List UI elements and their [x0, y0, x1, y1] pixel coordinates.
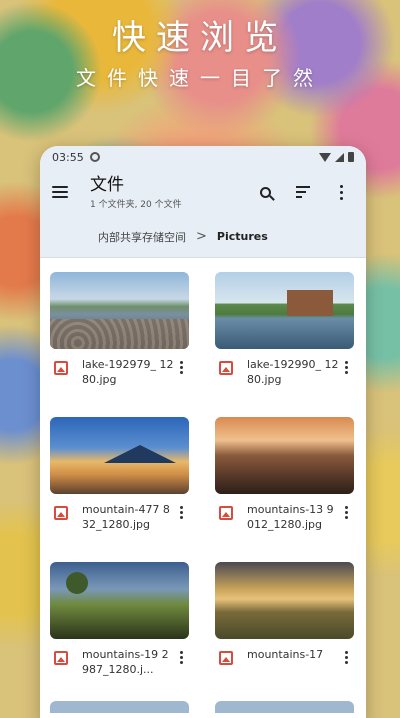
- file-thumbnail[interactable]: [215, 272, 354, 349]
- breadcrumb: 内部共享存储空间 > Pictures: [40, 216, 366, 258]
- breadcrumb-current[interactable]: Pictures: [217, 230, 268, 243]
- notification-icon: [89, 152, 100, 162]
- image-file-icon: [219, 651, 233, 665]
- title-block: 文件 1 个文件夹, 20 个文件: [90, 175, 240, 210]
- image-file-icon: [219, 361, 233, 375]
- file-card[interactable]: mountains-13 9012_1280.jpg: [215, 417, 354, 548]
- file-card[interactable]: mountain-477 832_1280.jpg: [50, 417, 189, 548]
- file-thumbnail[interactable]: [50, 272, 189, 349]
- hero-subtitle: 文件快速一目了然: [76, 66, 324, 90]
- file-more-icon[interactable]: [345, 651, 348, 664]
- file-thumbnail[interactable]: [50, 417, 189, 494]
- file-name: mountains-13 9012_1280.jpg: [247, 503, 334, 531]
- file-thumbnail-partial[interactable]: [215, 701, 354, 713]
- breadcrumb-root[interactable]: 内部共享存储空间: [98, 229, 186, 245]
- image-file-icon: [54, 506, 68, 520]
- file-thumbnail-partial[interactable]: [50, 701, 189, 713]
- app-bar: 文件 1 个文件夹, 20 个文件: [40, 168, 366, 216]
- file-card[interactable]: lake-192990_ 1280.jpg: [215, 272, 354, 403]
- status-time: 03:55: [52, 150, 84, 164]
- image-file-icon: [219, 506, 233, 520]
- file-more-icon[interactable]: [345, 361, 348, 374]
- file-name: mountains-17: [247, 648, 324, 661]
- file-name: mountains-19 2987_1280.j...: [82, 648, 169, 676]
- signal-icon: [335, 152, 344, 162]
- file-card[interactable]: mountains-17: [215, 562, 354, 693]
- search-button[interactable]: [252, 179, 278, 205]
- file-more-icon[interactable]: [180, 506, 183, 519]
- hero-title: 快速浏览: [112, 18, 288, 58]
- file-name: lake-192990_ 1280.jpg: [247, 358, 339, 386]
- page-subtitle: 1 个文件夹, 20 个文件: [90, 199, 182, 210]
- more-options-button[interactable]: [328, 179, 354, 205]
- file-thumbnail[interactable]: [50, 562, 189, 639]
- file-name: mountain-477 832_1280.jpg: [82, 503, 170, 531]
- battery-icon: [348, 152, 354, 162]
- image-file-icon: [54, 651, 68, 665]
- file-name: lake-192979_ 1280.jpg: [82, 358, 174, 386]
- image-file-icon: [54, 361, 68, 375]
- menu-icon[interactable]: [52, 186, 68, 198]
- sort-button[interactable]: [290, 179, 316, 205]
- wifi-icon: [319, 152, 331, 162]
- status-icons: [319, 152, 354, 162]
- chevron-right-icon: >: [196, 229, 207, 244]
- file-more-icon[interactable]: [180, 361, 183, 374]
- status-bar: 03:55: [40, 146, 366, 168]
- phone-screen: 03:55 文件 1 个文件夹, 20 个文件 内部共享存储空间 > Pictu…: [40, 146, 366, 718]
- next-row-partial: [40, 693, 366, 713]
- file-thumbnail[interactable]: [215, 562, 354, 639]
- file-card[interactable]: mountains-19 2987_1280.j...: [50, 562, 189, 693]
- sort-icon: [296, 186, 310, 198]
- file-more-icon[interactable]: [345, 506, 348, 519]
- file-more-icon[interactable]: [180, 651, 183, 664]
- search-icon: [259, 186, 271, 198]
- file-grid: lake-192979_ 1280.jpg lake-192990_ 1280.…: [40, 258, 366, 693]
- more-vert-icon: [339, 184, 343, 200]
- page-title: 文件: [90, 174, 124, 195]
- file-card[interactable]: lake-192979_ 1280.jpg: [50, 272, 189, 403]
- file-thumbnail[interactable]: [215, 417, 354, 494]
